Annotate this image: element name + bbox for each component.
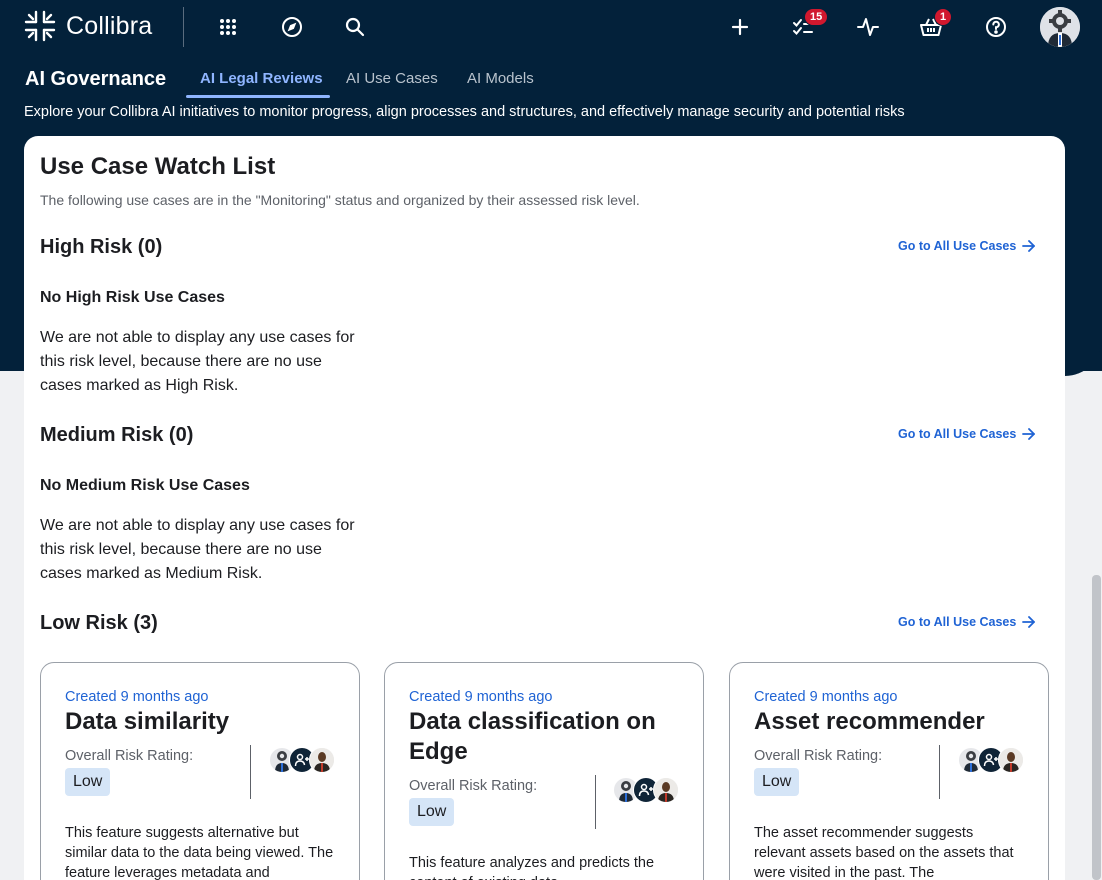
page-subtitle: Explore your Collibra AI initiatives to … bbox=[24, 104, 905, 120]
topbar-divider bbox=[183, 7, 184, 47]
section-title: AI Governance bbox=[25, 68, 167, 90]
plus-icon[interactable] bbox=[727, 14, 753, 40]
active-tab-indicator bbox=[186, 95, 330, 98]
use-case-title[interactable]: Data classification on Edge bbox=[409, 707, 679, 767]
created-date: Created 9 months ago bbox=[65, 689, 209, 705]
medium-risk-heading: Medium Risk (0) bbox=[40, 424, 194, 446]
cart-badge: 1 bbox=[934, 8, 953, 26]
search-icon[interactable] bbox=[342, 14, 368, 40]
watch-list-description: The following use cases are in the "Moni… bbox=[40, 192, 640, 208]
use-case-title[interactable]: Data similarity bbox=[65, 707, 335, 737]
basket-icon[interactable]: 1 bbox=[918, 8, 953, 40]
use-case-title[interactable]: Asset recommender bbox=[754, 707, 1024, 737]
go-to-all-use-cases-link-medium[interactable]: Go to All Use Cases bbox=[898, 427, 1036, 441]
arrow-right-icon bbox=[1022, 240, 1036, 252]
stakeholder-avatars[interactable] bbox=[269, 747, 335, 773]
use-case-card-asset-recommender[interactable]: Created 9 months ago Asset recommender O… bbox=[729, 662, 1049, 880]
scrollbar-thumb[interactable] bbox=[1092, 575, 1101, 880]
collibra-logo[interactable]: Collibra bbox=[24, 10, 152, 42]
tasks-badge: 15 bbox=[804, 8, 829, 26]
apps-grid-icon[interactable] bbox=[215, 14, 241, 40]
risk-rating-badge: Low bbox=[65, 768, 111, 796]
risk-rating-badge: Low bbox=[409, 798, 455, 826]
help-icon[interactable] bbox=[983, 14, 1009, 40]
use-case-description: This feature suggests alternative but si… bbox=[65, 825, 334, 880]
tab-ai-legal-reviews[interactable]: AI Legal Reviews bbox=[200, 70, 323, 87]
collibra-logo-icon bbox=[24, 10, 56, 42]
tasks-icon[interactable]: 15 bbox=[790, 8, 829, 40]
stakeholder-avatar[interactable] bbox=[653, 777, 679, 803]
card-divider bbox=[250, 745, 251, 799]
use-case-card-data-classification[interactable]: Created 9 months ago Data classification… bbox=[384, 662, 704, 880]
use-case-description: This feature analyzes and predicts the c… bbox=[409, 855, 655, 880]
stakeholder-avatar[interactable] bbox=[309, 747, 335, 773]
go-to-all-use-cases-link-high[interactable]: Go to All Use Cases bbox=[898, 239, 1036, 253]
go-to-all-use-cases-link-low[interactable]: Go to All Use Cases bbox=[898, 615, 1036, 629]
compass-icon[interactable] bbox=[279, 14, 305, 40]
high-risk-heading: High Risk (0) bbox=[40, 236, 163, 258]
card-divider bbox=[939, 745, 940, 799]
tab-ai-use-cases[interactable]: AI Use Cases bbox=[346, 70, 438, 87]
medium-risk-empty-text: We are not able to display any use cases… bbox=[40, 517, 355, 582]
arrow-right-icon bbox=[1022, 616, 1036, 628]
medium-risk-empty-title: No Medium Risk Use Cases bbox=[40, 477, 250, 494]
stakeholder-avatars[interactable] bbox=[613, 777, 679, 803]
header-background-curve bbox=[1065, 136, 1102, 376]
risk-rating-label: Overall Risk Rating: bbox=[409, 778, 538, 794]
use-case-description: The asset recommender suggests relevant … bbox=[754, 825, 1014, 880]
low-risk-heading: Low Risk (3) bbox=[40, 612, 158, 634]
stakeholder-avatars[interactable] bbox=[958, 747, 1024, 773]
top-navigation-bar: Collibra 15 1 bbox=[0, 0, 1102, 54]
stakeholder-avatar[interactable] bbox=[998, 747, 1024, 773]
risk-rating-badge: Low bbox=[754, 768, 800, 796]
activity-icon[interactable] bbox=[855, 14, 881, 40]
high-risk-empty-title: No High Risk Use Cases bbox=[40, 289, 225, 306]
created-date: Created 9 months ago bbox=[754, 689, 898, 705]
watch-list-title: Use Case Watch List bbox=[40, 153, 276, 180]
high-risk-empty-text: We are not able to display any use cases… bbox=[40, 329, 355, 394]
use-case-watch-list-panel: Use Case Watch List The following use ca… bbox=[24, 136, 1065, 880]
use-case-card-data-similarity[interactable]: Created 9 months ago Data similarity Ove… bbox=[40, 662, 360, 880]
link-label: Go to All Use Cases bbox=[898, 615, 1017, 629]
brand-name: Collibra bbox=[66, 11, 153, 40]
link-label: Go to All Use Cases bbox=[898, 239, 1017, 253]
tab-ai-models[interactable]: AI Models bbox=[467, 70, 534, 87]
link-label: Go to All Use Cases bbox=[898, 427, 1017, 441]
created-date: Created 9 months ago bbox=[409, 689, 553, 705]
card-divider bbox=[595, 775, 596, 829]
risk-rating-label: Overall Risk Rating: bbox=[65, 748, 194, 764]
risk-rating-label: Overall Risk Rating: bbox=[754, 748, 883, 764]
user-avatar[interactable] bbox=[1040, 7, 1080, 47]
arrow-right-icon bbox=[1022, 428, 1036, 440]
